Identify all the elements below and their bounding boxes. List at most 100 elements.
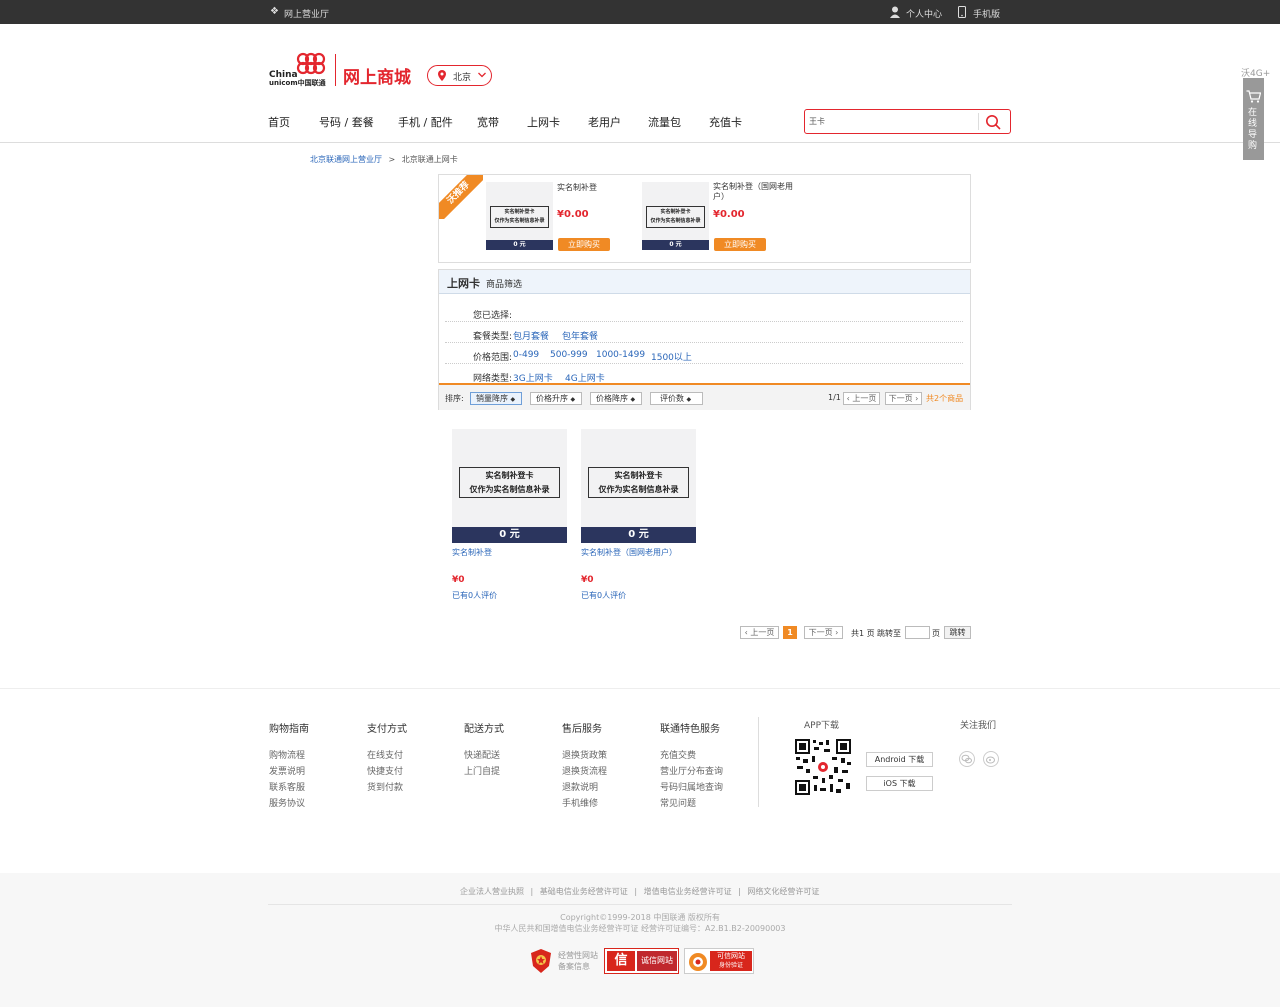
wechat-icon[interactable] xyxy=(959,751,975,767)
personal-center-link[interactable]: 个人中心 xyxy=(906,7,942,20)
footer-column-title: 联通特色服务 xyxy=(660,724,720,735)
logo[interactable]: China unicom中国联通 网上商城 xyxy=(268,52,428,92)
footer-link[interactable]: 发票说明 xyxy=(269,764,309,780)
nav-item-data-packs[interactable]: 流量包 xyxy=(648,114,681,130)
sort-arrows-icon: ◆ xyxy=(510,396,516,403)
footer-link[interactable]: 退款说明 xyxy=(562,780,607,796)
sort-reviews-button[interactable]: 评价数 ◆ xyxy=(650,392,703,405)
filter-option[interactable]: 1500以上 xyxy=(651,350,692,363)
card-frame: 实名制补登卡 仅作为实名制信息补录 xyxy=(490,206,549,228)
page-go-button[interactable]: 跳转 xyxy=(944,626,971,639)
page-next-button[interactable]: 下一页 › xyxy=(804,626,843,639)
sort-price-asc-button[interactable]: 价格升序 ◆ xyxy=(530,392,582,405)
store-name-link[interactable]: 网上营业厅 xyxy=(284,7,329,20)
filter-option[interactable]: 包年套餐 xyxy=(562,329,598,342)
product-reviews[interactable]: 已有0人评价 xyxy=(581,590,626,601)
license-link[interactable]: 网络文化经营许可证 xyxy=(747,887,819,896)
filter-option[interactable]: 500-999 xyxy=(550,350,588,360)
badge-business-site[interactable]: 经营性网站 备案信息 xyxy=(558,950,598,972)
sort-total-suffix: 个商品 xyxy=(939,394,964,403)
card-title: 实名制补登卡 xyxy=(504,209,535,215)
page-jump-input[interactable] xyxy=(905,626,930,639)
footer-link[interactable]: 号码归属地查询 xyxy=(660,780,723,796)
user-icon xyxy=(890,6,900,18)
footer-link[interactable]: 快递配送 xyxy=(464,748,504,764)
filter-option[interactable]: 0-499 xyxy=(513,350,539,360)
footer-link[interactable]: 联系客服 xyxy=(269,780,309,796)
sort-button-label: 销量降序 xyxy=(476,394,508,403)
mobile-version-link[interactable]: 手机版 xyxy=(973,7,1000,20)
footer-link[interactable]: 常见问题 xyxy=(660,796,723,812)
sort-prev-button[interactable]: ‹ 上一页 xyxy=(843,392,880,405)
ios-download-button[interactable]: iOS 下载 xyxy=(866,776,933,791)
search-input[interactable] xyxy=(809,114,977,129)
footer-link[interactable]: 营业厅分布查询 xyxy=(660,764,723,780)
recommend-item-name[interactable]: 实名制补登（国网老用户） xyxy=(713,182,797,202)
card-frame: 实名制补登卡 仅作为实名制信息补录 xyxy=(588,467,689,498)
footer-link[interactable]: 上门自提 xyxy=(464,764,504,780)
card-title: 实名制补登卡 xyxy=(485,471,534,480)
footer-link[interactable]: 退换货政策 xyxy=(562,748,607,764)
license-link[interactable]: 企业法人营业执照 xyxy=(460,887,524,896)
nav-item-old-users[interactable]: 老用户 xyxy=(588,114,621,130)
page-prev-button[interactable]: ‹ 上一页 xyxy=(740,626,779,639)
footer-link[interactable]: 手机维修 xyxy=(562,796,607,812)
product-card[interactable]: 实名制补登卡 仅作为实名制信息补录 0 元 实名制补登 ¥0 已有0人评价 xyxy=(452,429,568,601)
page-current[interactable]: 1 xyxy=(783,626,797,639)
badge-trusted-site-sub: 身份验证 xyxy=(718,962,743,969)
product-card[interactable]: 实名制补登卡 仅作为实名制信息补录 0 元 实名制补登（国网老用户） ¥0 已有… xyxy=(581,429,697,601)
footer-column-title: 支付方式 xyxy=(367,724,407,735)
product-reviews[interactable]: 已有0人评价 xyxy=(452,590,497,601)
weibo-icon[interactable] xyxy=(983,751,999,767)
footer-link[interactable]: 在线支付 xyxy=(367,748,407,764)
footer-link[interactable]: 服务协议 xyxy=(269,796,309,812)
filter-header: 上网卡 商品筛选 xyxy=(439,270,970,294)
badge-trusted-site[interactable]: 可信网站 身份验证 xyxy=(684,948,754,974)
product-name[interactable]: 实名制补登（国网老用户） xyxy=(581,547,677,558)
badge-credit-site[interactable]: 信 诚信网站 xyxy=(604,948,679,974)
recommend-item-image[interactable]: 实名制补登卡 仅作为实名制信息补录 0 元 xyxy=(486,182,553,250)
nav-item-datacard[interactable]: 上网卡 xyxy=(527,114,560,130)
filter-package-label: 套餐类型: xyxy=(473,332,513,342)
location-label: 北京 xyxy=(453,73,472,83)
filter-option[interactable]: 包月套餐 xyxy=(513,329,549,342)
qr-code-icon xyxy=(794,738,852,796)
sort-next-button[interactable]: 下一页 › xyxy=(885,392,922,405)
footer-link[interactable]: 货到付款 xyxy=(367,780,407,796)
filter-subtitle: 商品筛选 xyxy=(486,280,523,290)
product-image[interactable]: 实名制补登卡 仅作为实名制信息补录 0 元 xyxy=(452,429,567,543)
footer-link[interactable]: 快捷支付 xyxy=(367,764,407,780)
license-link[interactable]: 增值电信业务经营许可证 xyxy=(644,887,732,896)
location-pin-icon xyxy=(438,70,446,81)
filter-option[interactable]: 1000-1499 xyxy=(596,350,645,360)
footer-link[interactable]: 充值交费 xyxy=(660,748,723,764)
grid-icon: ❖ xyxy=(270,6,279,17)
footer-link[interactable]: 退换货流程 xyxy=(562,764,607,780)
sort-arrows-icon: ◆ xyxy=(630,396,636,403)
product-name[interactable]: 实名制补登 xyxy=(452,547,492,558)
nav-item-topup[interactable]: 充值卡 xyxy=(709,114,742,130)
sort-sales-desc-button[interactable]: 销量降序 ◆ xyxy=(470,392,522,405)
sort-price-desc-button[interactable]: 价格降序 ◆ xyxy=(590,392,642,405)
card-title: 实名制补登卡 xyxy=(660,209,691,215)
footer-link[interactable]: 购物流程 xyxy=(269,748,309,764)
recommend-item-name[interactable]: 实名制补登 xyxy=(557,182,637,193)
breadcrumb-root[interactable]: 北京联通网上营业厅 xyxy=(310,155,382,164)
search-icon[interactable] xyxy=(985,114,1001,130)
license-link[interactable]: 基础电信业务经营许可证 xyxy=(540,887,628,896)
badge-business-site-title: 经营性网站 xyxy=(558,951,598,960)
recommend-item-image[interactable]: 实名制补登卡 仅作为实名制信息补录 0 元 xyxy=(642,182,709,250)
chevron-down-icon xyxy=(478,72,486,78)
buy-now-button[interactable]: 立即购买 xyxy=(714,238,766,251)
card-price-bar: 0 元 xyxy=(581,527,696,543)
android-download-button[interactable]: Android 下载 xyxy=(866,752,933,767)
filter-selected-label: 您已选择: xyxy=(473,311,513,321)
online-guide-widget[interactable]: 在线导购 xyxy=(1243,78,1264,160)
buy-now-button[interactable]: 立即购买 xyxy=(558,238,610,251)
nav-item-phones[interactable]: 手机 / 配件 xyxy=(398,114,453,130)
nav-item-home[interactable]: 首页 xyxy=(268,114,290,130)
nav-item-numbers[interactable]: 号码 / 套餐 xyxy=(319,114,374,130)
product-image[interactable]: 实名制补登卡 仅作为实名制信息补录 0 元 xyxy=(581,429,696,543)
nav-item-broadband[interactable]: 宽带 xyxy=(477,114,499,130)
location-selector[interactable]: 北京 xyxy=(427,65,492,86)
